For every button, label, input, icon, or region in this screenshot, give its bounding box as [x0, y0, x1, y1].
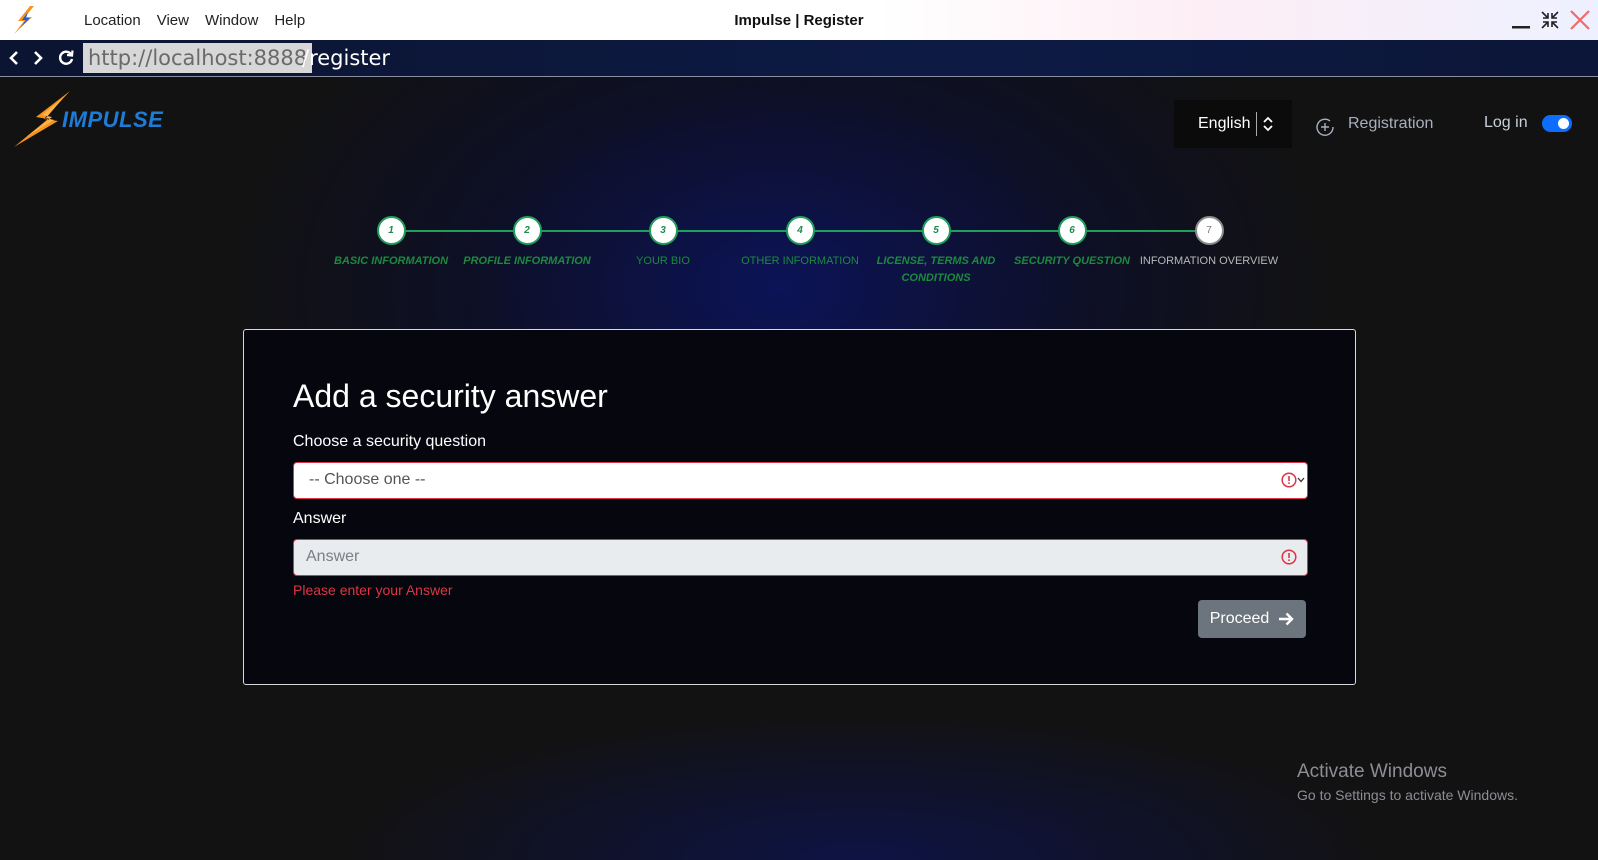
minimize-icon — [1512, 26, 1530, 29]
step-label: BASIC INFORMATION — [333, 255, 449, 267]
step-5[interactable]: 5 LICENSE, TERMS AND CONDITIONS — [866, 216, 1006, 287]
step-7[interactable]: 7 INFORMATION OVERVIEW — [1139, 216, 1279, 270]
address-bar: http://localhost:8888 /register — [0, 40, 1598, 77]
step-number: 2 — [512, 216, 542, 245]
step-number: 3 — [648, 216, 678, 245]
answer-placeholder: Answer — [306, 548, 360, 565]
step-2[interactable]: 2 PROFILE INFORMATION — [457, 216, 597, 270]
step-number: 1 — [376, 216, 406, 245]
answer-input[interactable]: Answer — [293, 539, 1308, 576]
title-bar: Location View Window Help Impulse | Regi… — [0, 0, 1598, 40]
step-label: LICENSE, TERMS AND CONDITIONS — [876, 255, 996, 284]
page-content: IMPULSE English Registration Log in 1 BA… — [0, 77, 1598, 860]
chevron-left-icon — [9, 51, 18, 65]
step-label: PROFILE INFORMATION — [463, 255, 591, 267]
windows-activation-watermark: Activate Windows Go to Settings to activ… — [1297, 761, 1518, 803]
step-number: 7 — [1194, 216, 1224, 245]
step-label: YOUR BIO — [636, 255, 690, 267]
error-icon — [1281, 472, 1297, 488]
step-label: OTHER INFORMATION — [741, 255, 859, 267]
menu-help[interactable]: Help — [274, 12, 305, 29]
registration-stepper: 1 BASIC INFORMATION 2 PROFILE INFORMATIO… — [0, 77, 1598, 307]
url-path[interactable]: /register — [302, 43, 390, 73]
chevron-right-icon — [34, 51, 43, 65]
step-6[interactable]: 6 SECURITY QUESTION — [1002, 216, 1142, 270]
step-label: SECURITY QUESTION — [1014, 255, 1130, 267]
back-button[interactable] — [3, 46, 25, 70]
collapse-arrows-icon — [1541, 11, 1559, 29]
step-3[interactable]: 3 YOUR BIO — [593, 216, 733, 270]
step-1[interactable]: 1 BASIC INFORMATION — [321, 216, 461, 270]
forward-button[interactable] — [27, 46, 49, 70]
menu-view[interactable]: View — [157, 12, 189, 29]
security-question-select[interactable]: -- Choose one -- — [293, 462, 1308, 499]
url-host[interactable]: http://localhost:8888 — [83, 43, 313, 73]
reload-button[interactable] — [55, 46, 77, 70]
step-4[interactable]: 4 OTHER INFORMATION — [730, 216, 870, 270]
menu-location[interactable]: Location — [84, 12, 141, 29]
step-number: 6 — [1057, 216, 1087, 245]
restore-button[interactable] — [1537, 6, 1563, 34]
question-label: Choose a security question — [293, 433, 486, 450]
app-logo-icon — [14, 6, 34, 34]
minimize-button[interactable] — [1508, 6, 1534, 34]
close-button[interactable] — [1566, 6, 1594, 34]
watermark-title: Activate Windows — [1297, 761, 1447, 782]
proceed-button[interactable]: Proceed — [1198, 600, 1306, 638]
step-number: 4 — [785, 216, 815, 245]
close-icon — [1570, 10, 1590, 30]
menu-bar: Location View Window Help — [84, 0, 305, 40]
arrow-right-icon — [1279, 612, 1294, 626]
step-label: INFORMATION OVERVIEW — [1139, 255, 1279, 267]
error-icon — [1281, 549, 1297, 565]
form-title: Add a security answer — [293, 378, 608, 414]
answer-error-message: Please enter your Answer — [293, 582, 453, 598]
reload-icon — [58, 50, 74, 65]
watermark-subtitle: Go to Settings to activate Windows. — [1297, 787, 1518, 803]
chevron-down-icon — [1297, 477, 1305, 483]
security-answer-card: Add a security answer Choose a security … — [243, 329, 1356, 685]
menu-window[interactable]: Window — [205, 12, 258, 29]
proceed-label: Proceed — [1209, 610, 1270, 627]
select-value: -- Choose one -- — [309, 471, 426, 488]
answer-label: Answer — [293, 510, 347, 527]
step-number: 5 — [921, 216, 951, 245]
